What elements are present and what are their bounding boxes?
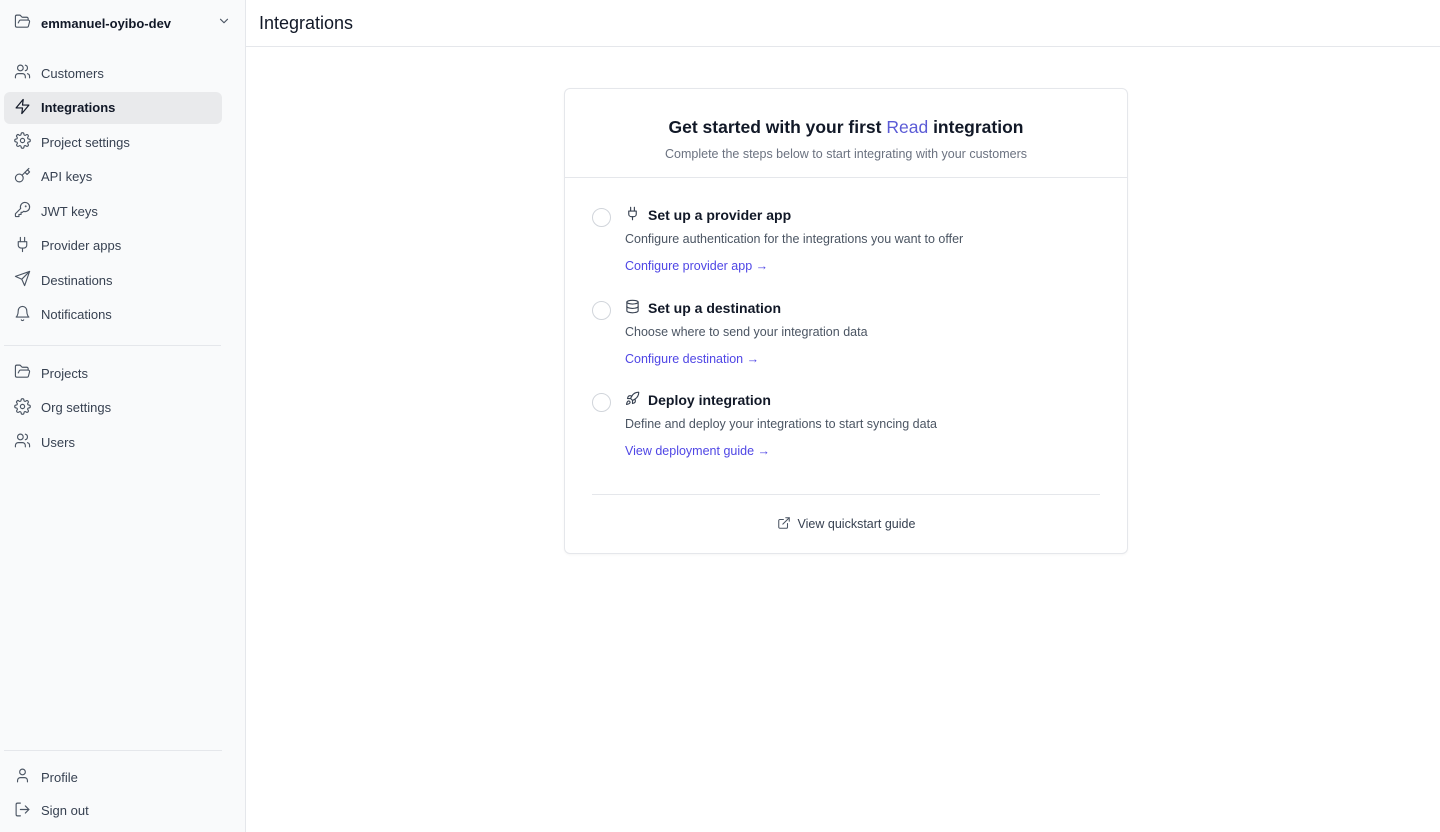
bell-icon xyxy=(14,305,31,325)
org-nav: Projects Org settings Users xyxy=(0,357,245,461)
account-nav: Profile Sign out xyxy=(0,761,245,832)
sidebar-item-customers[interactable]: Customers xyxy=(4,57,222,89)
step-checkbox[interactable] xyxy=(592,393,611,412)
sidebar-footer: Profile Sign out xyxy=(0,750,245,832)
sidebar-item-api-keys[interactable]: API keys xyxy=(4,161,222,193)
external-link-icon xyxy=(777,516,791,533)
view-deployment-guide-link[interactable]: View deployment guide → xyxy=(625,444,770,458)
users-icon xyxy=(14,63,31,83)
gear-icon xyxy=(14,397,31,418)
sidebar-item-label: Projects xyxy=(41,365,88,381)
step-provider-app: Set up a provider app Configure authenti… xyxy=(592,206,1100,299)
step-body: Set up a provider app Configure authenti… xyxy=(625,206,1100,299)
sidebar-item-sign-out[interactable]: Sign out xyxy=(4,795,222,827)
main-area: Integrations Get started with your first… xyxy=(246,0,1440,832)
card-header: Get started with your first Read integra… xyxy=(565,89,1127,178)
sidebar-item-label: API keys xyxy=(41,169,93,184)
sidebar-item-label: Sign out xyxy=(41,803,89,818)
step-description: Define and deploy your integrations to s… xyxy=(625,417,937,431)
sidebar-item-label: Notifications xyxy=(41,307,112,322)
sidebar-item-label: Org settings xyxy=(41,400,112,415)
user-icon xyxy=(14,767,31,787)
step-title-text: Set up a provider app xyxy=(648,207,792,223)
getting-started-card: Get started with your first Read integra… xyxy=(564,88,1128,554)
rocket-icon xyxy=(625,391,640,409)
chevron-down-icon xyxy=(217,14,231,33)
step-checkbox[interactable] xyxy=(592,208,611,227)
sidebar-item-label: Destinations xyxy=(41,272,113,288)
topbar: Integrations xyxy=(246,0,1440,47)
step-destination: Set up a destination Choose where to sen… xyxy=(592,299,1100,392)
step-body: Deploy integration Define and deploy you… xyxy=(625,391,1100,484)
users-icon xyxy=(14,432,31,452)
plug-icon xyxy=(625,206,640,224)
sidebar-item-label: Users xyxy=(41,434,75,450)
sidebar-divider xyxy=(4,750,222,751)
folder-icon xyxy=(14,363,31,383)
sidebar: emmanuel-oyibo-dev Customers Integration… xyxy=(0,0,246,832)
sidebar-item-users[interactable]: Users xyxy=(4,426,222,458)
folder-icon xyxy=(14,13,31,35)
configure-provider-app-link[interactable]: Configure provider app → xyxy=(625,259,768,273)
project-name: emmanuel-oyibo-dev xyxy=(41,16,172,31)
step-title: Deploy integration xyxy=(625,391,1100,409)
sidebar-item-profile[interactable]: Profile xyxy=(4,761,222,793)
project-switcher[interactable]: emmanuel-oyibo-dev xyxy=(0,0,245,47)
steps-list: Set up a provider app Configure authenti… xyxy=(565,178,1127,484)
sidebar-item-label: JWT keys xyxy=(41,203,98,219)
project-nav: Customers Integrations Project settings … xyxy=(0,47,245,333)
database-icon xyxy=(625,299,640,317)
card-subtitle: Complete the steps below to start integr… xyxy=(665,147,1027,161)
key-icon xyxy=(14,167,31,187)
sidebar-item-label: Integrations xyxy=(41,100,116,115)
step-deploy: Deploy integration Define and deploy you… xyxy=(592,391,1100,484)
content: Get started with your first Read integra… xyxy=(246,47,1440,832)
send-icon xyxy=(14,270,31,290)
sidebar-item-project-settings[interactable]: Project settings xyxy=(4,126,222,158)
sidebar-divider xyxy=(4,345,221,346)
step-body: Set up a destination Choose where to sen… xyxy=(625,299,1100,392)
step-title: Set up a destination xyxy=(625,299,1100,317)
step-title-text: Set up a destination xyxy=(648,299,782,316)
sign-out-icon xyxy=(14,801,31,821)
sidebar-item-label: Customers xyxy=(41,65,104,81)
step-title-text: Deploy integration xyxy=(648,392,771,408)
step-title: Set up a provider app xyxy=(625,206,1100,224)
step-description: Choose where to send your integration da… xyxy=(625,324,868,339)
plug-icon xyxy=(14,236,31,256)
key-round-icon xyxy=(14,201,31,221)
sidebar-item-label: Profile xyxy=(41,769,78,785)
sidebar-item-destinations[interactable]: Destinations xyxy=(4,264,222,296)
sidebar-item-label: Project settings xyxy=(41,134,130,150)
card-title-accent: Read xyxy=(886,117,929,137)
sidebar-item-org-settings[interactable]: Org settings xyxy=(4,392,222,424)
card-divider xyxy=(592,493,1100,495)
card-title-suffix: integration xyxy=(933,117,1024,137)
sidebar-item-jwt-keys[interactable]: JWT keys xyxy=(4,195,222,227)
step-checkbox[interactable] xyxy=(592,300,611,320)
page-title: Integrations xyxy=(259,12,354,33)
quickstart-label: View quickstart guide xyxy=(797,517,916,531)
gear-icon xyxy=(14,132,31,152)
sidebar-item-projects[interactable]: Projects xyxy=(4,357,222,389)
configure-destination-link[interactable]: Configure destination → xyxy=(625,352,759,366)
view-quickstart-guide-link[interactable]: View quickstart guide xyxy=(565,516,1127,533)
card-title-prefix: Get started with your first xyxy=(668,117,882,137)
sidebar-item-label: Provider apps xyxy=(41,238,122,253)
lightning-icon xyxy=(14,98,31,118)
sidebar-item-provider-apps[interactable]: Provider apps xyxy=(4,230,222,262)
sidebar-item-notifications[interactable]: Notifications xyxy=(4,299,222,331)
sidebar-item-integrations[interactable]: Integrations xyxy=(4,91,222,124)
step-description: Configure authentication for the integra… xyxy=(625,232,964,246)
card-title: Get started with your first Read integra… xyxy=(565,117,1127,138)
